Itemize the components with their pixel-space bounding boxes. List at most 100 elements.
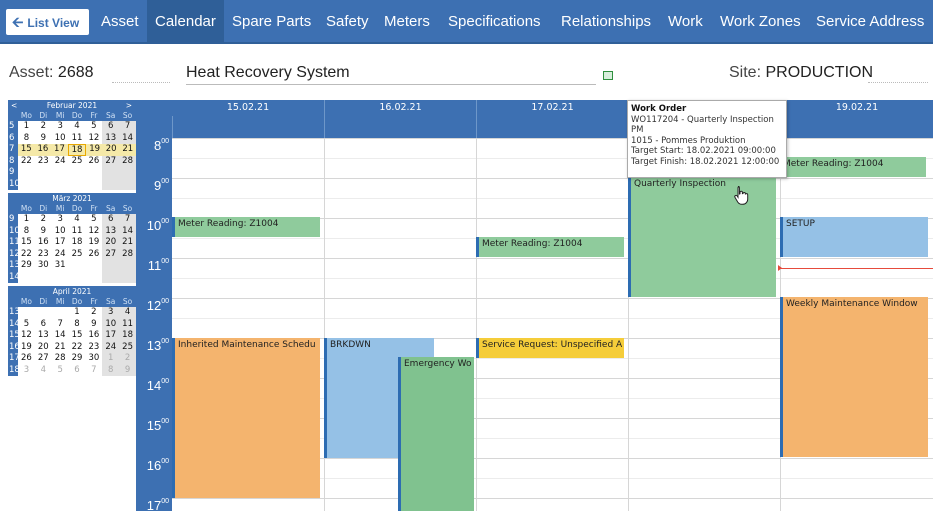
list-view-button[interactable]: 🡨 List View (6, 9, 89, 35)
mini-calendar-day[interactable]: 3 (102, 307, 120, 319)
mini-calendar-day[interactable]: 9 (119, 364, 137, 376)
mini-calendar-day[interactable]: 10 (52, 226, 69, 238)
mini-calendar-day[interactable]: 2 (119, 353, 137, 365)
day-header[interactable]: 19.02.21 (780, 100, 933, 116)
next-month-button[interactable]: > (126, 100, 132, 111)
mini-calendar-day[interactable]: 31 (52, 260, 69, 272)
mini-calendar-day[interactable]: 6 (69, 365, 86, 377)
mini-calendar-day[interactable]: 22 (69, 342, 86, 354)
mini-calendar-day[interactable]: 1 (18, 214, 35, 226)
mini-calendar-day[interactable]: 2 (35, 121, 52, 133)
mini-calendar-day[interactable]: 16 (85, 330, 102, 342)
mini-calendar-day[interactable]: 5 (52, 365, 69, 377)
event-setup[interactable]: SETUP (780, 217, 928, 257)
mini-calendar-day[interactable]: 18 (119, 330, 137, 342)
mini-calendar-day[interactable]: 7 (119, 121, 137, 133)
all-day-cell[interactable] (780, 116, 933, 138)
mini-calendar-day[interactable]: 15 (18, 144, 35, 156)
mini-calendar-day[interactable]: 18 (67, 144, 87, 156)
mini-calendar-day[interactable]: 7 (85, 365, 102, 377)
mini-calendar-day[interactable]: 17 (52, 237, 69, 249)
mini-calendar-day[interactable]: 17 (102, 330, 120, 342)
all-day-cell[interactable] (172, 116, 324, 138)
mini-calendar-day[interactable]: 8 (18, 133, 35, 145)
day-header[interactable]: 17.02.21 (476, 100, 628, 116)
mini-calendar-day[interactable]: 13 (102, 225, 120, 237)
day-header[interactable]: 15.02.21 (172, 100, 324, 116)
mini-calendar-day[interactable]: 29 (69, 353, 86, 365)
asset-value[interactable]: 2688 (58, 64, 94, 81)
mini-calendar-day[interactable]: 26 (18, 353, 35, 365)
mini-calendar-day[interactable]: 5 (85, 121, 102, 133)
prev-month-button[interactable]: < (11, 100, 17, 111)
mini-calendar-day[interactable]: 1 (18, 121, 35, 133)
mini-calendar-day[interactable]: 9 (35, 226, 52, 238)
mini-calendar-day[interactable]: 14 (119, 225, 137, 237)
mini-calendar-day[interactable]: 12 (18, 330, 35, 342)
mini-calendar-day[interactable]: 30 (35, 260, 52, 272)
mini-calendar-day[interactable]: 19 (18, 342, 35, 354)
mini-calendar-day[interactable]: 13 (35, 330, 52, 342)
mini-calendar-day[interactable]: 7 (52, 319, 69, 331)
mini-calendar-day[interactable]: 8 (18, 226, 35, 238)
event-meter-reading[interactable]: Meter Reading: Z1004 (476, 237, 624, 257)
mini-calendar-day[interactable]: 27 (102, 155, 120, 167)
mini-calendar-day[interactable]: 5 (85, 214, 102, 226)
mini-calendar-day[interactable]: 10 (52, 133, 69, 145)
site-value[interactable]: PRODUCTION (765, 64, 873, 81)
mini-calendar-day[interactable]: 24 (102, 341, 120, 353)
mini-calendar-day[interactable]: 13 (102, 132, 120, 144)
mini-calendar-day[interactable]: 8 (69, 319, 86, 331)
mini-calendar-day[interactable]: 9 (35, 133, 52, 145)
mini-calendar-day[interactable]: 22 (18, 249, 35, 261)
mini-calendar-day[interactable]: 6 (35, 319, 52, 331)
event-weekly-maintenance[interactable]: Weekly Maintenance Window (780, 297, 928, 457)
event-meter-reading[interactable]: Meter Reading: Z1004 (780, 157, 926, 177)
tab-work[interactable]: Work (664, 0, 707, 44)
event-emergency-work[interactable]: Emergency Wo (398, 357, 474, 511)
mini-calendar-day[interactable]: 23 (85, 342, 102, 354)
tab-calendar[interactable]: Calendar (147, 0, 224, 44)
mini-calendar-day[interactable]: 4 (35, 365, 52, 377)
mini-calendar-day[interactable]: 6 (102, 121, 120, 133)
tab-spare-parts[interactable]: Spare Parts (228, 0, 315, 44)
mini-calendar-day[interactable]: 7 (119, 214, 137, 226)
event-service-request[interactable]: Service Request: Unspecified A (476, 338, 624, 358)
mini-calendar-day[interactable]: 12 (85, 226, 102, 238)
mini-calendar-day[interactable]: 26 (85, 156, 102, 168)
event-meter-reading[interactable]: Meter Reading: Z1004 (172, 217, 320, 237)
mini-calendar-day[interactable]: 19 (85, 237, 102, 249)
mini-calendar-day[interactable]: 20 (35, 342, 52, 354)
mini-calendar-day[interactable]: 11 (69, 226, 86, 238)
mini-calendar-day[interactable]: 26 (85, 249, 102, 261)
mini-calendar-day[interactable]: 21 (52, 342, 69, 354)
mini-calendar-day[interactable]: 10 (102, 318, 120, 330)
mini-calendar-day[interactable]: 17 (51, 144, 68, 156)
mini-calendar-day[interactable]: 25 (69, 156, 86, 168)
all-day-cell[interactable] (324, 116, 476, 138)
tab-meters[interactable]: Meters (380, 0, 434, 44)
tab-asset[interactable]: Asset (97, 0, 143, 44)
mini-calendar-day[interactable]: 8 (102, 364, 120, 376)
tab-service-address[interactable]: Service Address (812, 0, 928, 44)
mini-calendar-day[interactable]: 4 (69, 214, 86, 226)
calendar-icon[interactable] (603, 71, 613, 80)
mini-calendar-day[interactable]: 2 (85, 307, 102, 319)
mini-calendar-day[interactable]: 3 (52, 121, 69, 133)
mini-calendar-day[interactable]: 20 (102, 144, 120, 156)
mini-calendar-day[interactable]: 25 (69, 249, 86, 261)
mini-calendar-day[interactable]: 9 (85, 319, 102, 331)
mini-calendar-day[interactable]: 27 (35, 353, 52, 365)
mini-calendar-day[interactable]: 21 (119, 237, 137, 249)
mini-calendar-day[interactable]: 25 (119, 341, 137, 353)
mini-calendar-day[interactable]: 18 (69, 237, 86, 249)
mini-calendar-day[interactable]: 14 (119, 132, 137, 144)
mini-calendar-day[interactable]: 14 (52, 330, 69, 342)
mini-calendar-day[interactable]: 1 (102, 353, 120, 365)
mini-calendar-day[interactable]: 23 (35, 156, 52, 168)
asset-description[interactable]: Heat Recovery System (186, 64, 350, 82)
mini-calendar-day[interactable]: 16 (35, 237, 52, 249)
mini-calendar-day[interactable]: 20 (102, 237, 120, 249)
event-quarterly-inspection[interactable]: Quarterly Inspection (628, 177, 776, 297)
mini-calendar-day[interactable]: 11 (119, 318, 137, 330)
